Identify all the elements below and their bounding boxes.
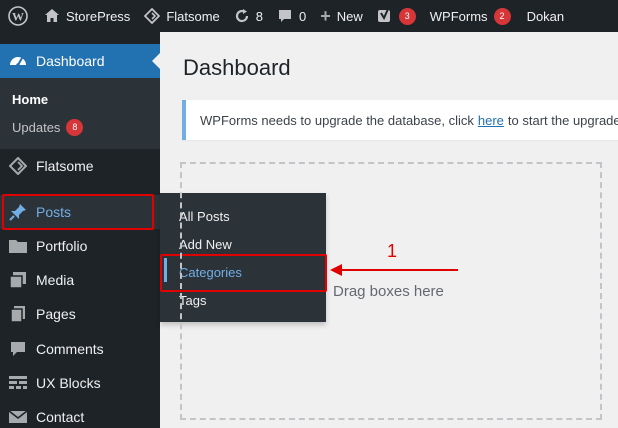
sidebar-item-comments[interactable]: Comments — [0, 332, 160, 366]
admin-sidebar: Dashboard Home Updates 8 Flatsome Posts … — [0, 32, 160, 428]
drop-zone-label: Drag boxes here — [333, 283, 444, 300]
sidebar-item-dashboard[interactable]: Dashboard — [0, 44, 160, 78]
sidebar-item-flatsome[interactable]: Flatsome — [0, 149, 160, 183]
admin-bar: W StorePress Flatsome 8 0 + New 3 WPForm… — [0, 0, 618, 32]
sidebar-item-contact[interactable]: Contact — [0, 400, 160, 428]
media-icon — [8, 270, 28, 290]
sidebar-item-label: Flatsome — [36, 158, 94, 174]
updates-link[interactable]: 8 — [227, 0, 270, 32]
comments-icon — [8, 339, 28, 359]
notice-text-after: to start the upgrade. — [507, 112, 618, 128]
home-icon — [44, 8, 60, 24]
sidebar-item-label: Media — [36, 272, 75, 288]
sidebar-item-label: Comments — [36, 341, 104, 357]
sidebar-item-pages[interactable]: Pages — [0, 297, 160, 331]
updates-count: 8 — [255, 8, 264, 24]
dashboard-gauge-icon — [8, 51, 28, 71]
dokan-label: Dokan — [526, 8, 565, 24]
sidebar-item-label: Contact — [36, 409, 85, 425]
wordpress-logo-button[interactable]: W — [0, 0, 37, 32]
flatsome-link[interactable]: Flatsome — [137, 0, 226, 32]
wpforms-upgrade-notice: WPForms needs to upgrade the database, c… — [182, 100, 618, 140]
notice-upgrade-link[interactable]: here — [478, 113, 504, 128]
wpforms-badge: 2 — [493, 7, 511, 25]
submenu-updates[interactable]: Updates 8 — [12, 119, 84, 136]
wpforms-label: WPForms — [429, 8, 488, 24]
updates-badge: 8 — [66, 119, 84, 136]
wpforms-link[interactable]: WPForms 2 — [423, 0, 518, 32]
comments-count: 0 — [299, 8, 307, 24]
submenu-updates-label: Updates — [12, 120, 61, 135]
current-menu-arrow — [152, 53, 160, 69]
folder-icon — [8, 236, 28, 256]
new-content-link[interactable]: + New — [313, 0, 370, 32]
site-name-label: StorePress — [66, 8, 131, 24]
site-name-link[interactable]: StorePress — [37, 0, 137, 32]
pages-icon — [8, 304, 28, 324]
sidebar-item-label: Pages — [36, 306, 76, 322]
notice-text-before: WPForms needs to upgrade the database, c… — [200, 112, 474, 128]
refresh-icon — [234, 8, 250, 24]
sidebar-item-ux-blocks[interactable]: UX Blocks — [0, 366, 160, 400]
sidebar-item-portfolio[interactable]: Portfolio — [0, 229, 160, 263]
wordpress-logo-icon: W — [8, 6, 28, 26]
sidebar-item-media[interactable]: Media — [0, 263, 160, 297]
dokan-link[interactable]: Dokan — [518, 0, 572, 32]
svg-text:W: W — [12, 10, 24, 24]
sidebar-item-label: Portfolio — [36, 238, 88, 254]
comments-link[interactable]: 0 — [270, 0, 313, 32]
sidebar-item-label: UX Blocks — [36, 375, 101, 391]
plus-icon: + — [320, 5, 331, 26]
yoast-badge: 3 — [398, 7, 416, 25]
yoast-link[interactable]: 3 — [370, 0, 423, 32]
flatsome-icon — [144, 8, 161, 24]
comment-icon — [277, 8, 293, 24]
flatsome-label: Flatsome — [166, 8, 220, 24]
blocks-icon — [8, 373, 28, 393]
posts-highlight-box — [2, 194, 154, 230]
yoast-icon — [377, 7, 393, 25]
sidebar-item-label: Dashboard — [36, 53, 105, 69]
dashboard-submenu: Home Updates 8 — [0, 78, 160, 149]
page-title: Dashboard — [183, 55, 291, 80]
flatsome-diamond-icon — [8, 156, 28, 176]
new-label: New — [336, 8, 363, 24]
submenu-home[interactable]: Home — [12, 92, 48, 107]
mail-icon — [8, 407, 28, 427]
annotation-step-number: 1 — [387, 241, 398, 261]
